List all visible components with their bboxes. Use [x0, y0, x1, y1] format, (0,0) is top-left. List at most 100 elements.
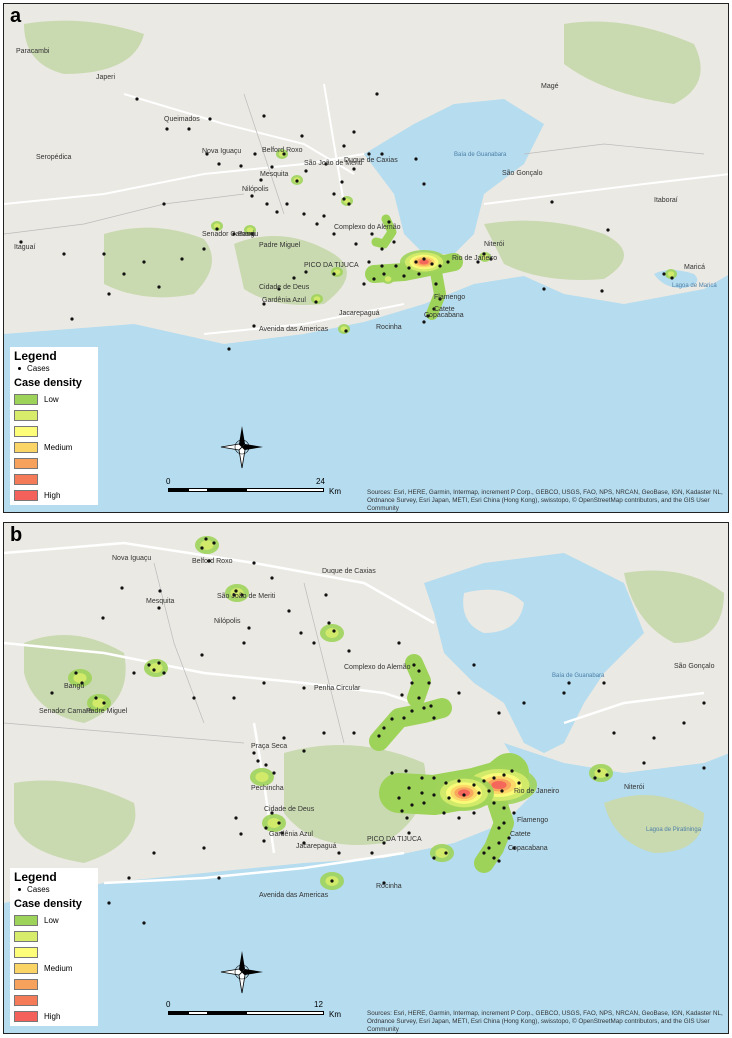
place-label: Seropédica [36, 154, 72, 161]
scale-unit: Km [329, 487, 341, 496]
scale-bar-b: 0 12 Km [166, 1000, 366, 1020]
legend-density-title: Case density [14, 377, 82, 389]
case-point [457, 816, 461, 820]
case-point [417, 669, 421, 673]
place-label: Jacarepaguá [296, 843, 337, 850]
place-label: Padre Miguel [86, 708, 128, 715]
case-point [600, 289, 604, 293]
case-point [502, 821, 506, 825]
case-point [612, 731, 616, 735]
case-point [265, 202, 269, 206]
place-label: Cidade de Deus [264, 806, 315, 813]
place-label: Japeri [96, 74, 116, 81]
case-point [157, 661, 161, 665]
case-point [446, 260, 450, 264]
legend-row [14, 423, 94, 439]
case-point [302, 749, 306, 753]
case-point [606, 228, 610, 232]
place-label: Duque de Caxias [344, 157, 398, 164]
legend-row: Medium [14, 960, 94, 976]
case-point [212, 541, 216, 545]
case-point [247, 626, 251, 630]
case-point [412, 663, 416, 667]
case-point [414, 260, 418, 264]
case-point [432, 856, 436, 860]
case-point [200, 546, 204, 550]
case-point [502, 806, 506, 810]
case-point [242, 641, 246, 645]
place-label: Maricá [684, 264, 706, 271]
case-point [330, 879, 334, 883]
case-point [522, 701, 526, 705]
place-label: Nova Iguaçu [202, 148, 242, 155]
case-point [430, 262, 434, 266]
case-point [652, 736, 656, 740]
case-point [332, 192, 336, 196]
case-point [285, 202, 289, 206]
case-point [472, 811, 476, 815]
case-point [497, 826, 501, 830]
legend-swatch [14, 441, 38, 453]
case-point [259, 178, 263, 182]
legend-row: High [14, 1008, 94, 1024]
legend-row: Low [14, 391, 94, 407]
case-point [492, 856, 496, 860]
case-point [492, 801, 496, 805]
case-point [70, 317, 74, 321]
case-point [497, 841, 501, 845]
case-point [434, 282, 438, 286]
density-area [325, 628, 339, 638]
legend-row [14, 992, 94, 1008]
case-point [264, 763, 268, 767]
case-point [444, 851, 448, 855]
case-point [162, 202, 166, 206]
legend-row: High [14, 487, 94, 503]
case-point [457, 779, 461, 783]
case-point [322, 214, 326, 218]
legend-b: Legend Cases Case density Low Medium High [10, 868, 98, 1026]
place-label: Duque de Caxias [322, 568, 376, 575]
place-label: Gardênia Azul [269, 831, 313, 838]
case-point [429, 704, 433, 708]
place-label: Rio de Janeiro [452, 255, 498, 262]
case-point [344, 329, 348, 333]
case-point [447, 796, 451, 800]
panel-label: a [10, 5, 22, 27]
case-point [322, 731, 326, 735]
case-point [50, 691, 54, 695]
case-point [402, 274, 406, 278]
case-point [662, 272, 666, 276]
case-point [410, 681, 414, 685]
case-point [482, 779, 486, 783]
case-point [400, 693, 404, 697]
case-point [300, 134, 304, 138]
density-area [255, 772, 269, 782]
case-point [377, 734, 381, 738]
case-point [332, 629, 336, 633]
case-point [157, 285, 161, 289]
case-point-icon [18, 367, 21, 371]
legend-swatch [14, 994, 38, 1006]
density-area [149, 663, 163, 673]
case-point [180, 257, 184, 261]
case-point [256, 759, 260, 763]
case-point [420, 791, 424, 795]
case-point [352, 130, 356, 134]
place-label: Pechincha [251, 785, 284, 792]
case-point [444, 781, 448, 785]
legend-cases: Cases [18, 364, 94, 373]
place-label: Praça Seca [251, 743, 288, 750]
place-label: Flamengo [434, 294, 466, 301]
legend-swatch [14, 962, 38, 974]
place-label: São João de Meriti [217, 593, 276, 600]
place-label: Rocinha [376, 883, 402, 890]
legend-row: Low [14, 912, 94, 928]
panel-label: b [10, 524, 23, 546]
sources-attribution: Sources: Esri, HERE, Garmin, Intermap, i… [367, 489, 723, 512]
case-point [397, 641, 401, 645]
case-point [438, 264, 442, 268]
case-point [407, 831, 411, 835]
case-point [562, 691, 566, 695]
place-label: Paracambi [16, 48, 50, 55]
scale-bar-a: 0 24 Km [166, 477, 366, 497]
